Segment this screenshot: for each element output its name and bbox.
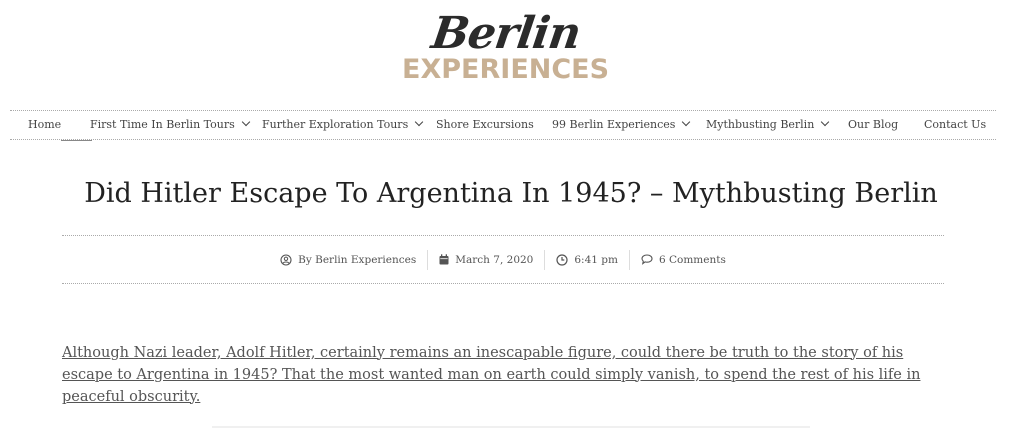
post-date[interactable]: March 7, 2020 — [428, 250, 544, 270]
clock-icon — [556, 253, 568, 266]
user-circle-icon — [280, 253, 292, 266]
nav-item-mythbusting-berlin[interactable]: Mythbusting Berlin — [706, 111, 830, 139]
page-title: Did Hitler Escape To Argentina In 1945? … — [84, 178, 938, 210]
post-author[interactable]: By Berlin Experiences — [269, 250, 427, 270]
nav-item-label: Home — [28, 118, 62, 131]
main-nav: Home First Time In Berlin Tours Further … — [10, 110, 996, 140]
nav-item-label: Our Blog — [848, 118, 899, 131]
post-time: 6:41 pm — [545, 250, 629, 270]
nav-item-label: Shore Excursions — [436, 118, 534, 131]
content-divider — [212, 426, 810, 428]
nav-item-99-berlin-experiences[interactable]: 99 Berlin Experiences — [552, 111, 691, 139]
nav-item-shore-excursions[interactable]: Shore Excursions — [436, 111, 534, 139]
post-author-text: By Berlin Experiences — [298, 253, 417, 266]
post-meta: By Berlin Experiences March 7, 2020 6:41… — [62, 235, 944, 284]
nav-item-label: Mythbusting Berlin — [706, 118, 815, 131]
nav-item-label: First Time In Berlin Tours — [90, 118, 235, 131]
chevron-down-icon — [821, 117, 830, 127]
post-intro-link[interactable]: Although Nazi leader, Adolf Hitler, cert… — [62, 342, 952, 408]
nav-item-label: Further Exploration Tours — [262, 118, 409, 131]
post-date-text: March 7, 2020 — [455, 253, 534, 266]
site-logo[interactable]: Berlin EXPERIENCES — [398, 8, 618, 88]
nav-item-further-exploration-tours[interactable]: Further Exploration Tours — [262, 111, 424, 139]
nav-item-label: 99 Berlin Experiences — [552, 118, 676, 131]
nav-item-home[interactable]: Home — [28, 111, 61, 139]
logo-script-text: Berlin — [428, 8, 584, 59]
post-comments-text: 6 Comments — [658, 253, 726, 266]
comment-icon — [641, 254, 653, 265]
active-nav-indicator — [61, 140, 92, 141]
calendar-icon — [439, 254, 449, 265]
nav-item-contact-us[interactable]: Contact Us — [924, 111, 986, 139]
chevron-down-icon — [414, 117, 424, 127]
chevron-down-icon — [241, 117, 251, 127]
logo-caps-text: EXPERIENCES — [402, 54, 610, 85]
chevron-down-icon — [682, 117, 691, 127]
nav-item-first-time-tours[interactable]: First Time In Berlin Tours — [90, 111, 251, 139]
post-comments[interactable]: 6 Comments — [630, 250, 737, 270]
nav-item-our-blog[interactable]: Our Blog — [848, 111, 898, 139]
nav-item-label: Contact Us — [924, 118, 987, 131]
post-time-text: 6:41 pm — [574, 253, 618, 266]
